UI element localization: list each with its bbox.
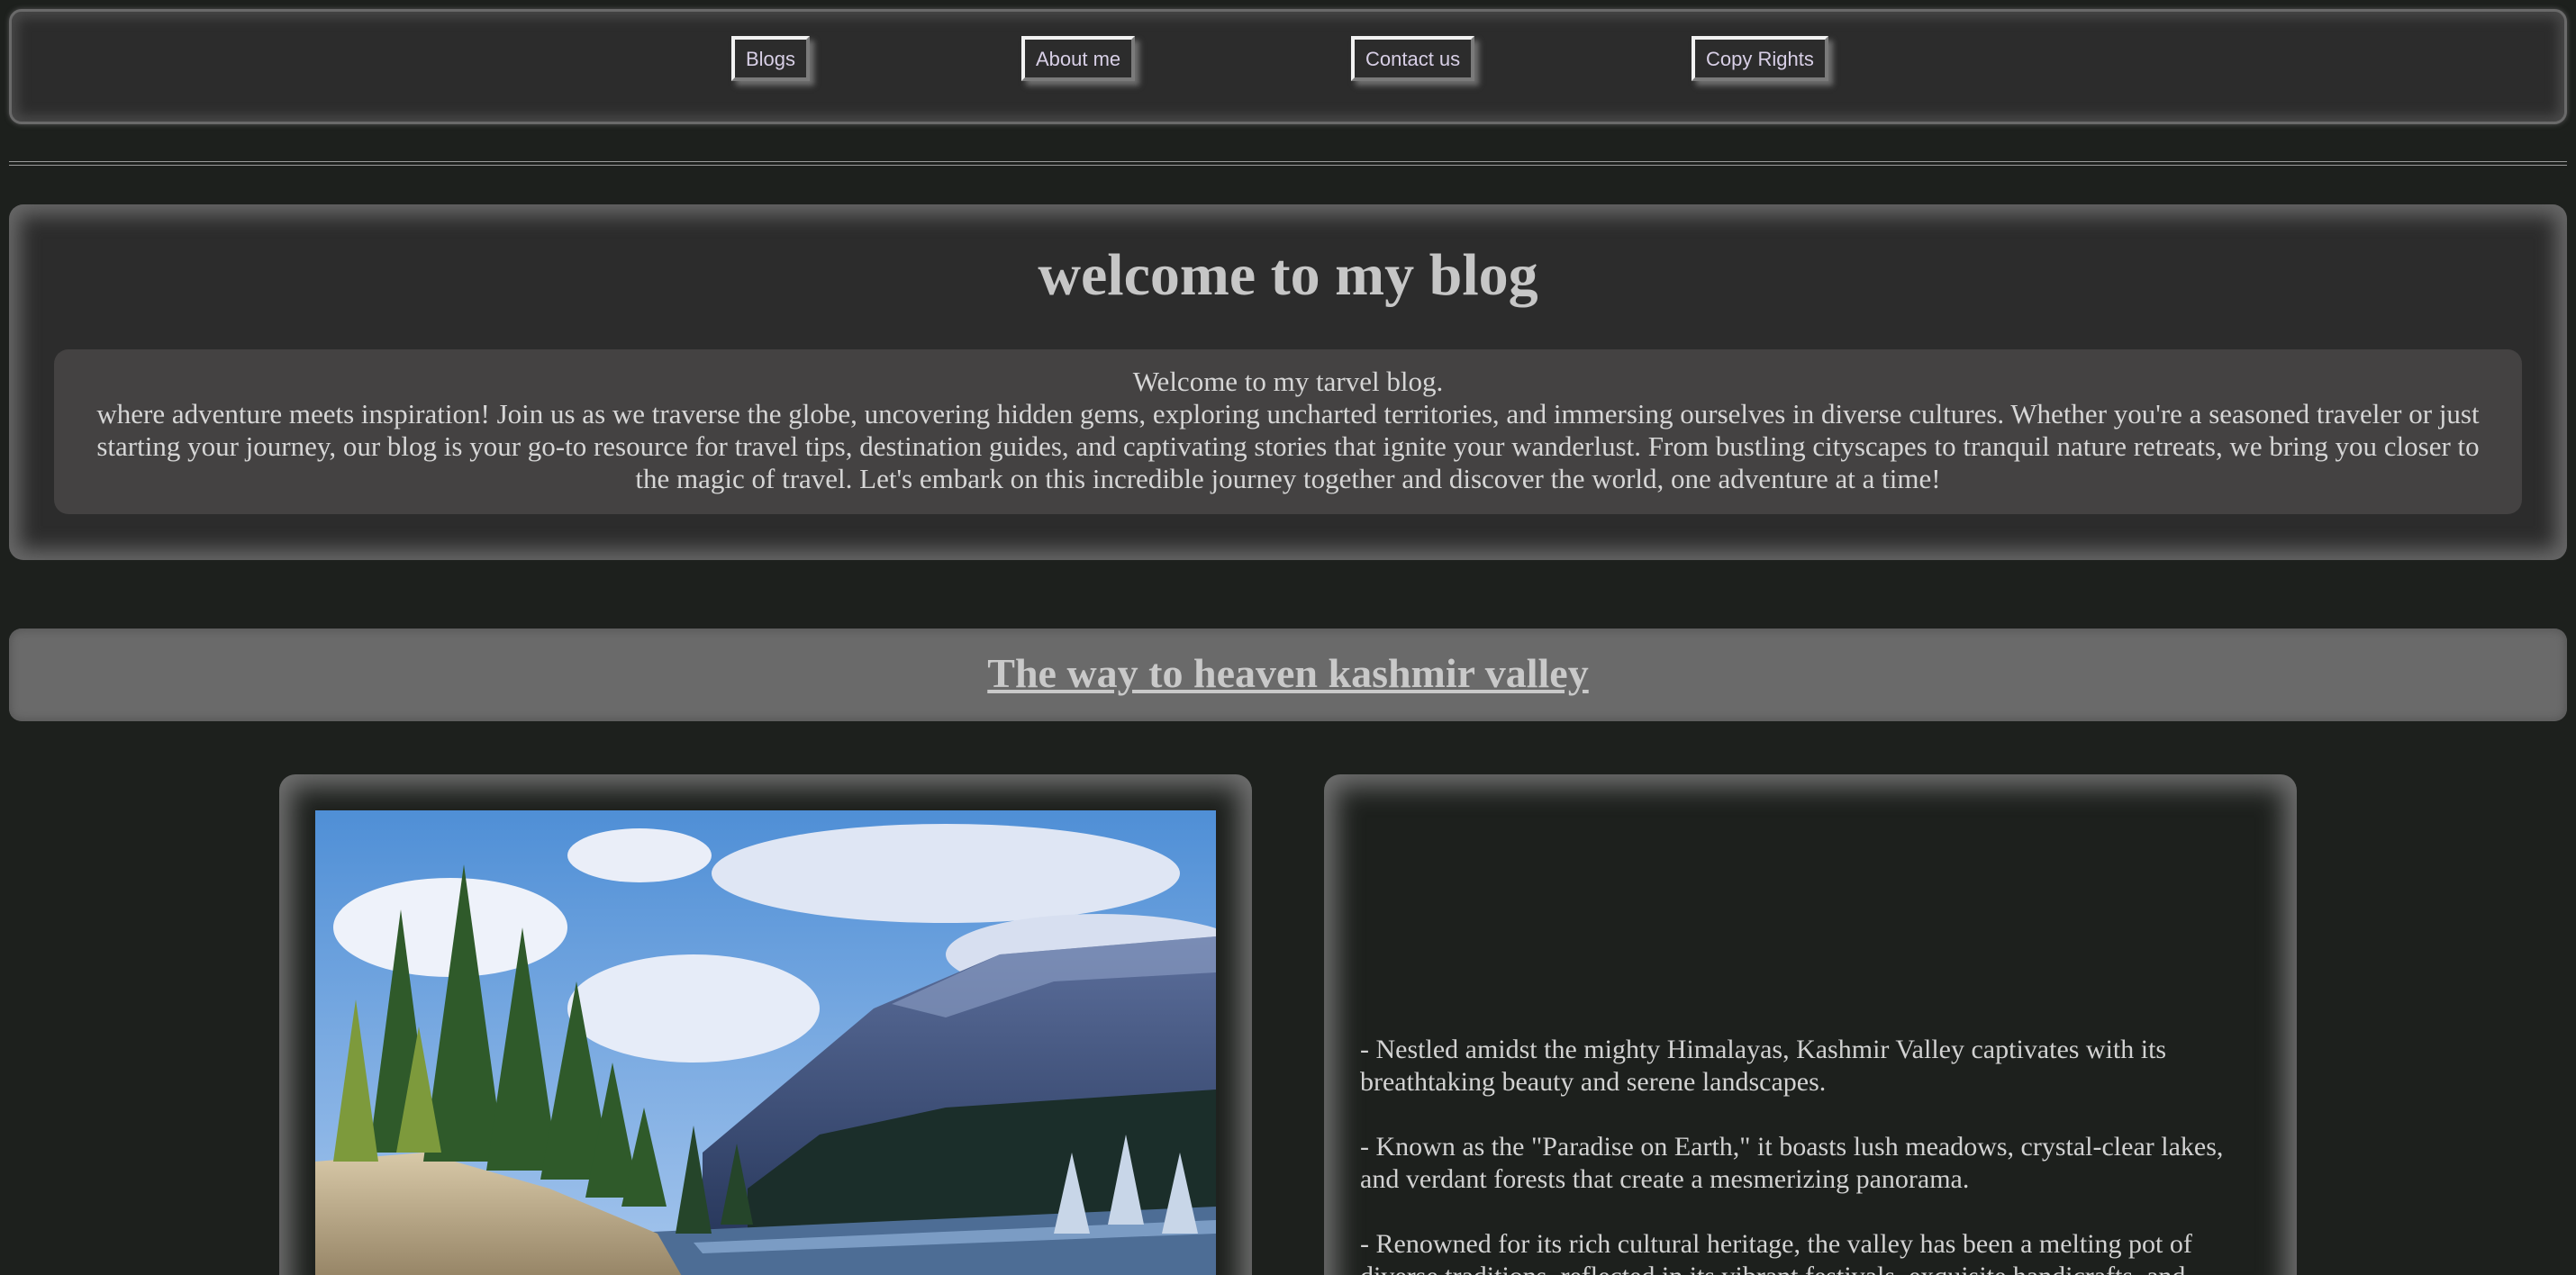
- nav-blogs-button[interactable]: Blogs: [731, 36, 811, 81]
- horizontal-divider: [9, 161, 2567, 166]
- list-item: - Renowned for its rich cultural heritag…: [1360, 1229, 2192, 1275]
- top-nav: [9, 9, 2567, 124]
- nav-copy-rights-button[interactable]: Copy Rights: [1692, 36, 1828, 81]
- post-title-link[interactable]: The way to heaven kashmir valley: [0, 648, 2576, 699]
- page-title: welcome to my blog: [1038, 242, 1538, 308]
- nav-contact-us-button[interactable]: Contact us: [1351, 36, 1475, 81]
- list-item: - Known as the "Paradise on Earth," it b…: [1360, 1132, 2224, 1194]
- welcome-body: where adventure meets inspiration! Join …: [96, 398, 2480, 494]
- list-item: - Nestled amidst the mighty Himalayas, K…: [1360, 1035, 2167, 1097]
- welcome-text-box: Welcome to my tarvel blog. where adventu…: [54, 349, 2522, 514]
- post-points-list: - Nestled amidst the mighty Himalayas, K…: [1360, 1034, 2261, 1275]
- kashmir-valley-photo: [315, 810, 1216, 1275]
- nav-about-me-button[interactable]: About me: [1021, 36, 1136, 81]
- welcome-intro: Welcome to my tarvel blog.: [1132, 366, 1444, 397]
